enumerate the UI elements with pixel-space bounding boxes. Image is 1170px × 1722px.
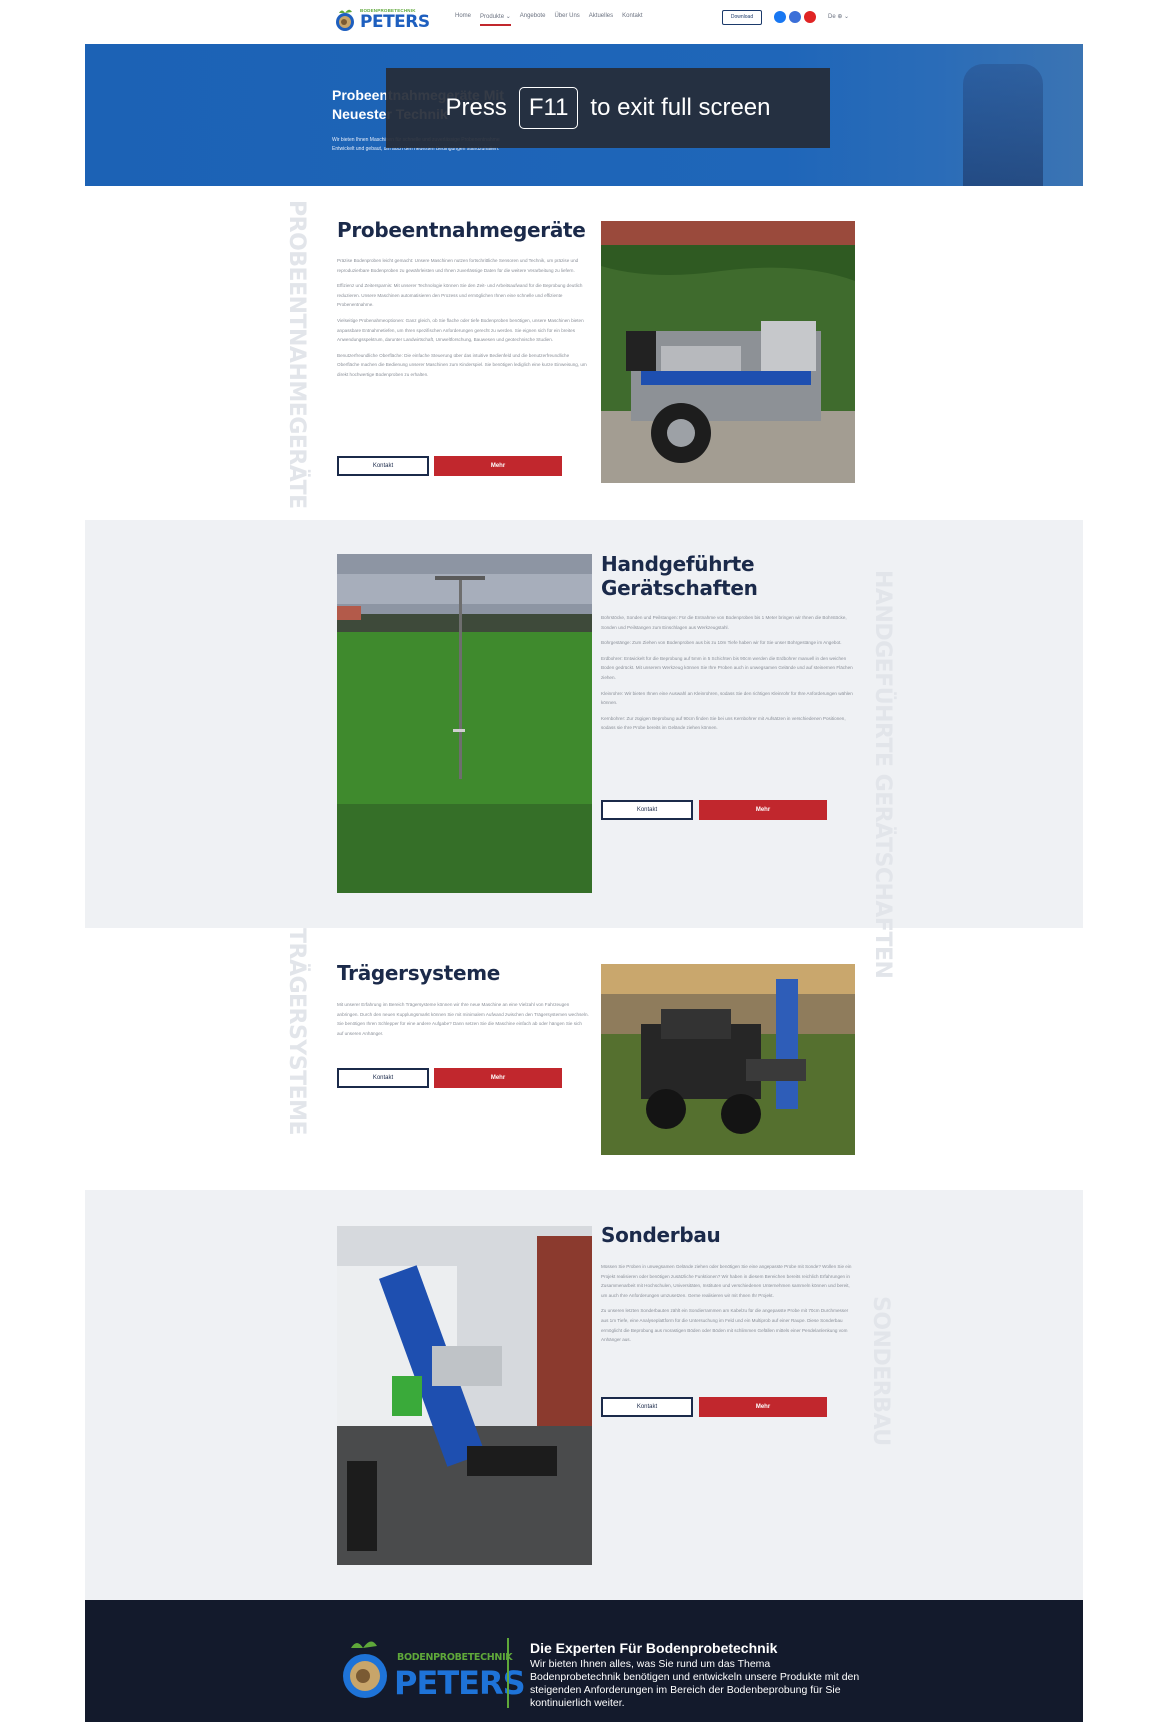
paragraph: Mit unserer Erfahrung im Bereich Trägers… xyxy=(337,1002,589,1036)
footer-logo-mark-icon xyxy=(343,1641,387,1698)
paragraph: Kernbohrer: Zur zügigen Beprobung auf 90… xyxy=(601,715,846,731)
page: BODENPROBETECHNIK PETERS Home Produkte ⌄… xyxy=(0,0,1170,1722)
footer-logo[interactable]: BODENPROBETECHNIK PETERS xyxy=(337,1638,526,1702)
main-navigation: Home Produkte ⌄ Angebote Über Uns Aktuel… xyxy=(455,13,643,26)
section-vertical-label-probeentnahme: PROBEENTNAHMEGERÄTE xyxy=(284,200,309,509)
section-vertical-label-traegersysteme: TRÄGERSYSTEME xyxy=(284,928,309,1136)
paragraph: Präzise Bodenproben leicht gemacht: Unse… xyxy=(337,258,579,273)
brand-name: PETERS xyxy=(360,11,430,32)
f11-key: F11 xyxy=(518,87,579,129)
paragraph: Erdbohrer: Entwickelt für die Beprobung … xyxy=(601,655,853,680)
facebook-icon[interactable] xyxy=(774,11,786,23)
contact-button[interactable]: Kontakt xyxy=(601,800,693,820)
top-navigation-bar: BODENPROBETECHNIK PETERS Home Produkte ⌄… xyxy=(0,0,1170,44)
section-title-line1: Handgeführte xyxy=(601,552,755,576)
contact-button[interactable]: Kontakt xyxy=(337,1068,429,1088)
footer: BODENPROBETECHNIK PETERS Die Experten Fü… xyxy=(85,1600,1083,1722)
more-button[interactable]: Mehr xyxy=(434,1068,562,1088)
paragraph: Zu unseren letzten Sonderbauten zählt ei… xyxy=(601,1308,849,1343)
footer-text: Wir bieten Ihnen alles, was Sie rund um … xyxy=(530,1658,860,1709)
paragraph: Benutzerfreundliche Oberfläche: Die einf… xyxy=(337,352,587,377)
footer-brand-name: PETERS xyxy=(394,1664,526,1702)
footer-divider xyxy=(507,1638,509,1708)
section-title-handgefuehrt: Handgeführte Gerätschaften xyxy=(601,552,758,600)
section-vertical-label-sonderbau: SONDERBAU xyxy=(868,1296,893,1446)
download-button[interactable]: Download xyxy=(722,10,762,25)
contact-button[interactable]: Kontakt xyxy=(337,456,429,476)
more-button[interactable]: Mehr xyxy=(699,1397,827,1417)
fullscreen-notice-rest: to exit full screen xyxy=(590,94,771,121)
section-text-sonderbau: Müssen Sie Proben in unwegsamen Gelände … xyxy=(601,1262,853,1351)
hero-banner: Probeentnahmegeräte Mit Neuester Technik… xyxy=(85,44,1083,186)
paragraph: Vielseitige Probenahmeoptionen: Ganz gle… xyxy=(337,317,584,343)
nav-produkte[interactable]: Produkte ⌄ xyxy=(480,13,511,26)
section-text-handgefuehrt: Bohrstöcke, Sonden und Peilstangen: Für … xyxy=(601,613,853,739)
language-selector[interactable]: De ⊕ ⌄ xyxy=(828,13,849,20)
fullscreen-notice-press: Press xyxy=(445,94,507,121)
logo-mark-icon xyxy=(333,7,357,33)
nav-ueber-uns[interactable]: Über Uns xyxy=(554,13,579,26)
fullscreen-notice: Press F11 to exit full screen xyxy=(386,68,830,148)
nav-aktuelles[interactable]: Aktuelles xyxy=(589,13,613,26)
section-text-probeentnahme: Präzise Bodenproben leicht gemacht: Unse… xyxy=(337,256,589,386)
section-text-traegersysteme: Mit unserer Erfahrung im Bereich Trägers… xyxy=(337,1000,589,1044)
section-title-sonderbau: Sonderbau xyxy=(601,1223,721,1247)
crawler-sampler-photo xyxy=(337,1226,592,1565)
nav-home[interactable]: Home xyxy=(455,13,471,26)
soil-probe-field-photo xyxy=(337,554,592,893)
section-vertical-label-handgefuehrt: HANDGEFÜHRTE GERÄTSCHAFTEN xyxy=(870,570,895,979)
nav-kontakt[interactable]: Kontakt xyxy=(622,13,642,26)
hero-background-figure xyxy=(963,64,1043,186)
more-button[interactable]: Mehr xyxy=(434,456,562,476)
brand-logo[interactable]: BODENPROBETECHNIK PETERS xyxy=(333,4,430,36)
nav-angebote[interactable]: Angebote xyxy=(520,13,546,26)
more-button[interactable]: Mehr xyxy=(699,800,827,820)
contact-button[interactable]: Kontakt xyxy=(601,1397,693,1417)
footer-brand-small: BODENPROBETECHNIK xyxy=(397,1652,513,1663)
footer-title: Die Experten Für Bodenprobetechnik xyxy=(530,1640,778,1656)
paragraph: Müssen Sie Proben in unwegsamen Gelände … xyxy=(601,1264,852,1298)
social-links xyxy=(774,11,816,23)
utv-carrier-photo xyxy=(601,964,855,1155)
paragraph: Effizienz und Zeitersparnis: Mit unserer… xyxy=(337,283,583,308)
instagram-icon[interactable] xyxy=(789,11,801,23)
paragraph: Kleinrohre: Wir bieten Ihnen eine Auswah… xyxy=(601,690,853,706)
trailer-sampler-photo xyxy=(601,221,855,483)
section-title-traegersysteme: Trägersysteme xyxy=(337,961,501,985)
paragraph: Bohrgestänge: Zum Ziehen von Bodenproben… xyxy=(601,640,842,646)
paragraph: Bohrstöcke, Sonden und Peilstangen: Für … xyxy=(601,615,847,630)
section-title-probeentnahme: Probeentnahmegeräte xyxy=(337,218,586,242)
youtube-icon[interactable] xyxy=(804,11,816,23)
section-title-line2: Gerätschaften xyxy=(601,576,758,600)
